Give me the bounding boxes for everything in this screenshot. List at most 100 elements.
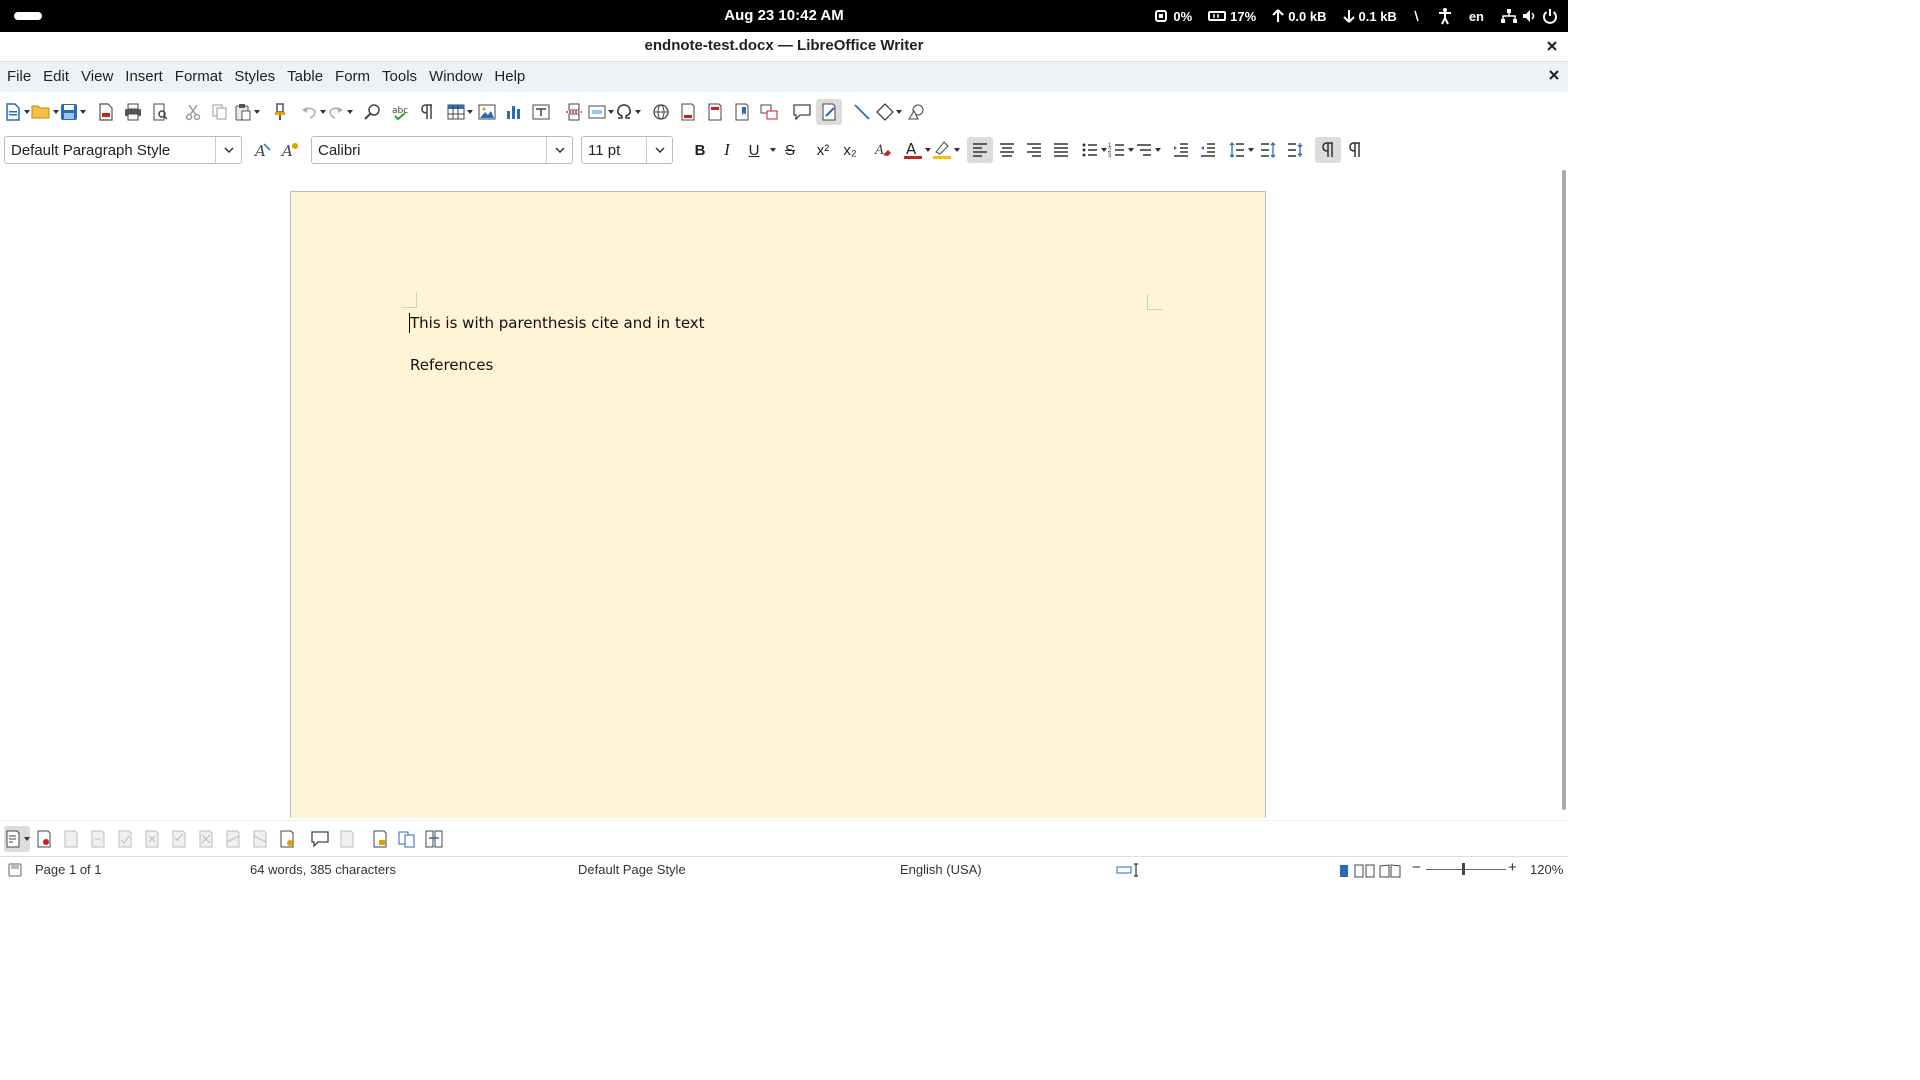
zoom-out-button[interactable]: − — [1412, 859, 1421, 876]
open-button[interactable] — [31, 99, 59, 125]
upload-indicator[interactable]: 0.0 kB — [1272, 9, 1327, 24]
basic-shapes-button[interactable] — [876, 99, 902, 125]
insert-field-button[interactable] — [588, 99, 614, 125]
insert-page-break-button[interactable] — [561, 99, 587, 125]
cut-button[interactable] — [180, 99, 206, 125]
cpu-indicator[interactable]: 0% — [1153, 8, 1192, 24]
new-document-button[interactable] — [4, 99, 30, 125]
subscript-button[interactable]: x₂ — [837, 137, 863, 163]
clone-formatting-button[interactable] — [267, 99, 293, 125]
draw-functions-button[interactable] — [903, 99, 929, 125]
protect-changes-button[interactable] — [367, 826, 393, 852]
keyboard-layout[interactable]: en — [1469, 9, 1484, 24]
align-center-button[interactable] — [994, 137, 1020, 163]
right-to-left-button[interactable] — [1342, 137, 1368, 163]
chevron-down-icon[interactable] — [646, 137, 672, 163]
text-language[interactable]: English (USA) — [900, 862, 982, 877]
window-close-button[interactable] — [1544, 38, 1560, 54]
new-style-button[interactable]: A — [277, 137, 303, 163]
download-indicator[interactable]: 0.1 kB — [1342, 9, 1397, 24]
book-view-icon[interactable] — [1379, 864, 1401, 878]
insert-special-character-button[interactable] — [615, 99, 641, 125]
font-size-combo[interactable]: 11 pt — [581, 136, 673, 164]
next-change-button[interactable] — [85, 826, 111, 852]
paste-button[interactable] — [234, 99, 260, 125]
save-button[interactable] — [60, 99, 86, 125]
paragraph-style-combo[interactable]: Default Paragraph Style — [4, 136, 242, 164]
menu-edit[interactable]: Edit — [38, 62, 74, 92]
increase-indent-button[interactable] — [1168, 137, 1194, 163]
menu-view[interactable]: View — [76, 62, 118, 92]
undo-button[interactable] — [300, 99, 326, 125]
zoom-in-button[interactable]: + — [1508, 859, 1517, 876]
insert-endnote-button[interactable] — [702, 99, 728, 125]
previous-change-button[interactable] — [58, 826, 84, 852]
single-page-view-icon[interactable] — [1338, 864, 1350, 878]
export-pdf-button[interactable] — [93, 99, 119, 125]
menu-insert[interactable]: Insert — [120, 62, 168, 92]
insert-track-change-comment-button[interactable] — [334, 826, 360, 852]
reject-all-changes-button[interactable] — [247, 826, 273, 852]
align-left-button[interactable] — [967, 137, 993, 163]
italic-button[interactable]: I — [714, 137, 740, 163]
insert-image-button[interactable] — [474, 99, 500, 125]
strikethrough-button[interactable]: S — [777, 137, 803, 163]
record-changes-button[interactable] — [31, 826, 57, 852]
justify-button[interactable] — [1048, 137, 1074, 163]
align-right-button[interactable] — [1021, 137, 1047, 163]
insert-table-button[interactable] — [447, 99, 473, 125]
accept-change-button[interactable] — [112, 826, 138, 852]
accept-all-button[interactable] — [166, 826, 192, 852]
track-changes-menu-button[interactable] — [4, 825, 30, 852]
insert-footnote-button[interactable] — [675, 99, 701, 125]
underline-button[interactable]: U — [741, 137, 767, 163]
insert-hyperlink-button[interactable] — [648, 99, 674, 125]
paragraph[interactable]: This is with parenthesis cite and in tex… — [410, 314, 705, 332]
outline-format-button[interactable] — [1135, 137, 1161, 163]
insert-comment-button[interactable] — [789, 99, 815, 125]
track-changes-button[interactable] — [816, 99, 842, 125]
clear-formatting-button[interactable]: A — [870, 137, 896, 163]
menu-form[interactable]: Form — [330, 62, 375, 92]
selection-mode[interactable] — [1116, 861, 1140, 877]
menu-window[interactable]: Window — [424, 62, 487, 92]
menu-help[interactable]: Help — [489, 62, 530, 92]
print-preview-button[interactable] — [147, 99, 173, 125]
left-to-right-button[interactable] — [1315, 137, 1341, 163]
chevron-down-icon[interactable] — [546, 137, 572, 163]
highlight-color-button[interactable] — [932, 137, 960, 163]
font-color-button[interactable]: A — [903, 137, 931, 163]
multi-page-view-icon[interactable] — [1354, 864, 1376, 878]
page-number[interactable]: Page 1 of 1 — [35, 862, 102, 877]
unordered-list-button[interactable] — [1081, 137, 1107, 163]
line-spacing-button[interactable] — [1228, 137, 1254, 163]
reject-all-button[interactable] — [193, 826, 219, 852]
insert-bookmark-button[interactable] — [729, 99, 755, 125]
document-modified-indicator[interactable] — [8, 861, 22, 877]
document-workspace[interactable]: This is with parenthesis cite and in tex… — [0, 170, 1568, 818]
redo-button[interactable] — [327, 99, 353, 125]
menu-table[interactable]: Table — [282, 62, 328, 92]
insert-cross-reference-button[interactable] — [756, 99, 782, 125]
increase-paragraph-spacing-button[interactable] — [1255, 137, 1281, 163]
spelling-button[interactable]: abc — [387, 99, 413, 125]
font-name-combo[interactable]: Calibri — [311, 136, 573, 164]
underline-dropdown[interactable] — [768, 137, 776, 163]
superscript-button[interactable]: x² — [810, 137, 836, 163]
window-title-bar[interactable]: endnote-test.docx — LibreOffice Writer — [0, 32, 1568, 62]
menu-tools[interactable]: Tools — [377, 62, 422, 92]
paragraph[interactable]: References — [410, 356, 493, 374]
accessibility-menu[interactable] — [1437, 7, 1453, 25]
print-button[interactable] — [120, 99, 146, 125]
manage-changes-button[interactable] — [274, 826, 300, 852]
update-style-button[interactable]: A — [250, 137, 276, 163]
decrease-indent-button[interactable] — [1195, 137, 1221, 163]
vertical-scrollbar[interactable] — [1560, 170, 1568, 818]
reject-change-button[interactable] — [139, 826, 165, 852]
insert-line-button[interactable] — [849, 99, 875, 125]
merge-document-button[interactable] — [421, 826, 447, 852]
formatting-marks-button[interactable] — [414, 99, 440, 125]
insert-chart-button[interactable] — [501, 99, 527, 125]
page-style[interactable]: Default Page Style — [578, 862, 686, 877]
menu-styles[interactable]: Styles — [229, 62, 280, 92]
